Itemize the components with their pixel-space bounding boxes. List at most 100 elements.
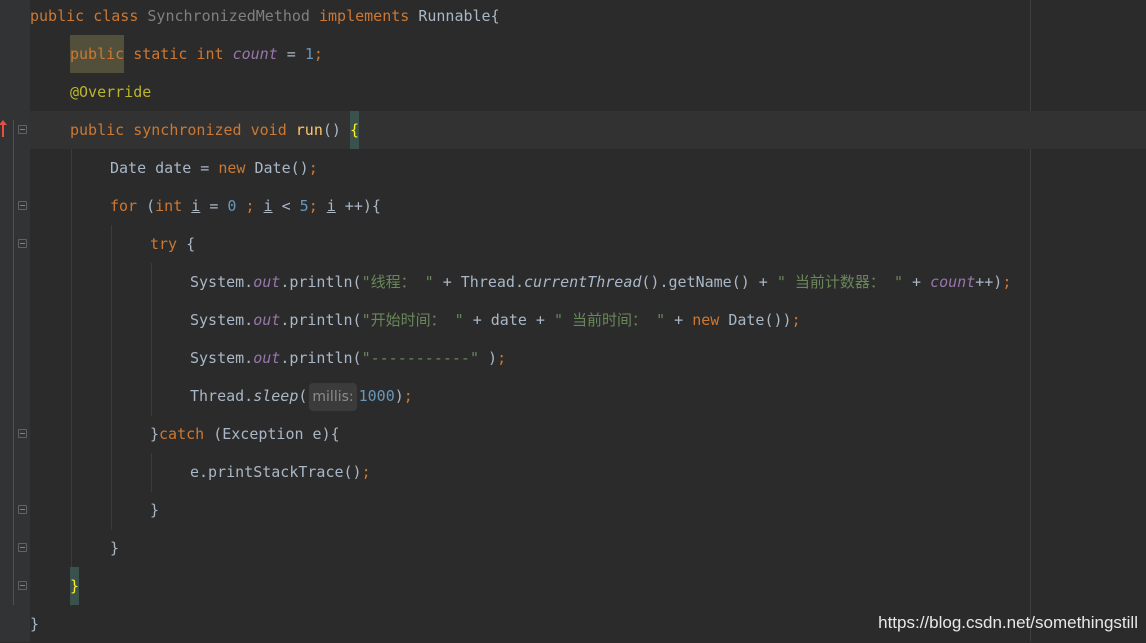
expression: + Thread. — [433, 273, 524, 291]
code-editor[interactable]: public class SynchronizedMethod implemen… — [0, 0, 1146, 642]
string-literal: "-----------" — [361, 349, 479, 367]
operator: < — [272, 197, 300, 215]
code-line-4[interactable]: public synchronized void run() { — [70, 111, 359, 149]
watermark-url: https://blog.csdn.net/somethingstill — [878, 613, 1138, 632]
number-literal: 5 — [299, 197, 309, 215]
matched-brace: } — [70, 567, 80, 605]
code-line-10[interactable]: System.out.println("-----------" ); — [190, 339, 506, 377]
brace: } — [30, 615, 40, 633]
number-literal: 1000 — [358, 387, 395, 405]
code-line-16[interactable]: } — [70, 567, 80, 605]
class-ref: System. — [190, 349, 254, 367]
semicolon: ; — [308, 197, 318, 215]
fold-toggle-icon[interactable] — [18, 201, 27, 210]
static-field: out — [253, 349, 281, 367]
right-margin-guide — [1030, 0, 1031, 642]
semicolon: ; — [791, 311, 801, 329]
code-line-6[interactable]: for (int i = 0 ; i < 5; i ++){ — [110, 187, 381, 225]
brace: } — [150, 425, 160, 443]
indent-guide — [151, 453, 152, 492]
expression: + date + — [463, 311, 554, 329]
static-field: out — [253, 273, 281, 291]
paren: ( — [137, 197, 156, 215]
method-call: ().getName() + — [641, 273, 777, 291]
parens: () — [322, 121, 350, 139]
static-field: out — [253, 311, 281, 329]
matched-brace: { — [349, 111, 359, 149]
fold-toggle-icon[interactable] — [18, 543, 27, 552]
fold-toggle-icon[interactable] — [18, 125, 27, 134]
code-line-9[interactable]: System.out.println("开始时间： " + date + " 当… — [190, 301, 801, 339]
keyword: class — [93, 7, 139, 25]
keyword: catch — [159, 425, 205, 443]
code-line-8[interactable]: System.out.println("线程： " + Thread.curre… — [190, 263, 1011, 301]
paren: ) — [479, 349, 498, 367]
keyword: int — [196, 45, 224, 63]
fold-toggle-icon[interactable] — [18, 429, 27, 438]
keyword: implements — [319, 7, 410, 25]
class-ref: System. — [190, 311, 254, 329]
semicolon: ; — [236, 197, 255, 215]
constructor-call: Date()) — [719, 311, 792, 329]
keyword: synchronized — [133, 121, 242, 139]
keyword: int — [155, 197, 183, 215]
keyword: new — [218, 159, 246, 177]
code-line-11[interactable]: Thread.sleep(millis: 1000); — [190, 377, 413, 415]
code-line-3[interactable]: @Override — [70, 73, 151, 111]
semicolon: ; — [497, 349, 507, 367]
semicolon: ; — [361, 463, 371, 481]
keyword: public — [30, 7, 85, 25]
paren: ) — [394, 387, 404, 405]
static-field: count — [930, 273, 976, 291]
fold-toggle-icon[interactable] — [18, 581, 27, 590]
method-call: .println( — [280, 273, 362, 291]
keyword-highlighted: public — [70, 35, 125, 73]
operator: = — [277, 45, 305, 63]
keyword: static — [133, 45, 188, 63]
keyword: void — [250, 121, 287, 139]
constructor-call: Date() — [245, 159, 309, 177]
semicolon: ; — [313, 45, 323, 63]
code-line-7[interactable]: try { — [150, 225, 195, 263]
annotation: @Override — [70, 83, 152, 101]
code-line-15[interactable]: } — [110, 529, 119, 567]
fold-toggle-icon[interactable] — [18, 239, 27, 248]
increment: ++){ — [335, 197, 381, 215]
code-line-12[interactable]: }catch (Exception e){ — [150, 415, 340, 453]
class-ref: Thread. — [190, 387, 254, 405]
catch-clause: (Exception e){ — [204, 425, 340, 443]
string-literal: " 当前计数器： " — [776, 273, 903, 291]
semicolon: ; — [1002, 273, 1012, 291]
interface-name: Runnable — [418, 7, 491, 25]
method-name: run — [295, 121, 323, 139]
code-line-5[interactable]: Date date = new Date(); — [110, 149, 318, 187]
operator: + — [665, 311, 693, 329]
loop-variable: i — [326, 197, 336, 215]
gutter-change-bar — [13, 120, 14, 605]
code-line-1[interactable]: public class SynchronizedMethod implemen… — [30, 0, 500, 35]
expression: ++) — [975, 273, 1003, 291]
keyword: try — [150, 235, 178, 253]
code-line-14[interactable]: } — [150, 491, 159, 529]
method-call: e.printStackTrace() — [190, 463, 362, 481]
string-literal: " 当前时间： " — [554, 311, 666, 329]
code-line-2[interactable]: public static int count = 1; — [70, 35, 323, 73]
semicolon: ; — [308, 159, 318, 177]
code-line-13[interactable]: e.printStackTrace(); — [190, 453, 371, 491]
paren: ( — [298, 387, 308, 405]
parameter-hint: millis: — [309, 382, 357, 411]
indent-guide — [151, 263, 152, 416]
declaration: Date date = — [110, 159, 219, 177]
class-ref: System. — [190, 273, 254, 291]
indent-guide — [71, 149, 72, 606]
code-line-17[interactable]: } — [30, 605, 39, 643]
loop-variable: i — [191, 197, 201, 215]
operator: + — [903, 273, 931, 291]
static-method: sleep — [253, 387, 299, 405]
keyword: for — [110, 197, 138, 215]
override-method-icon[interactable] — [0, 120, 7, 138]
fold-toggle-icon[interactable] — [18, 505, 27, 514]
method-call: .println( — [280, 311, 362, 329]
operator: = — [200, 197, 228, 215]
